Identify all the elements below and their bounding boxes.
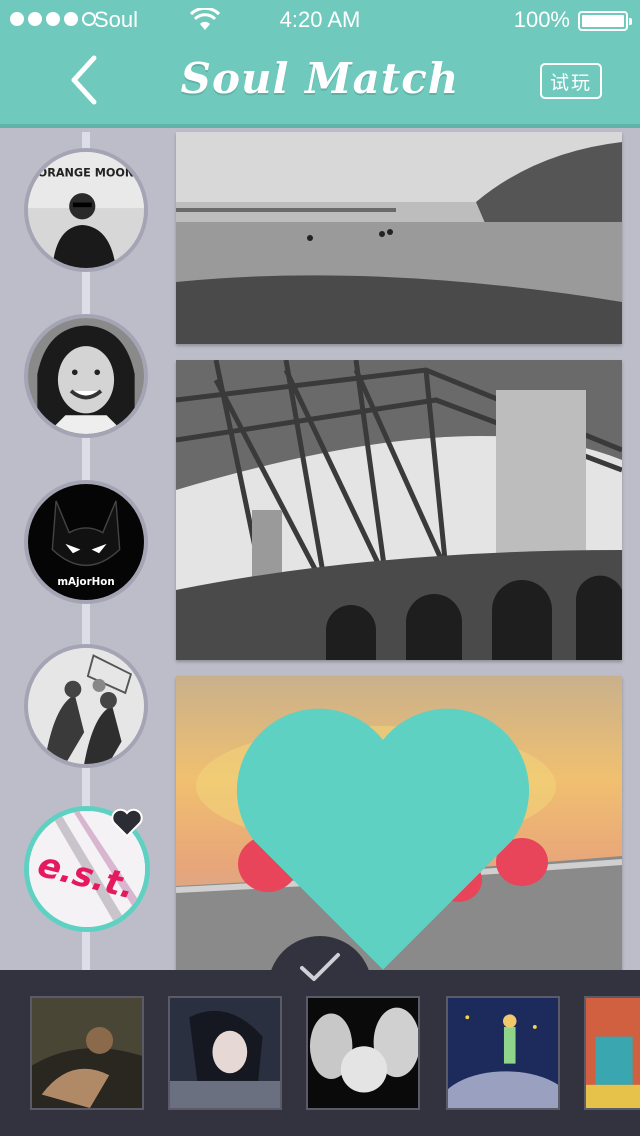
avatar-basketball[interactable]	[24, 644, 148, 768]
avatar-caption: ORANGE MOON	[38, 166, 135, 179]
status-bar: Soul 4:20 AM 100%	[0, 0, 640, 40]
avatar-cat-mask[interactable]: mAjorHon	[24, 480, 148, 604]
photo-bridge-lighthouse[interactable]	[176, 360, 622, 660]
heart-icon[interactable]	[110, 806, 144, 840]
try-button[interactable]: 试玩	[540, 63, 602, 99]
thumb-little-prince[interactable]	[446, 996, 560, 1110]
thumb-anime-couple[interactable]	[30, 996, 144, 1110]
battery-percent: 100%	[513, 7, 570, 32]
avatar-caption: mAjorHon	[57, 576, 114, 588]
battery-icon	[578, 11, 632, 31]
avatar-smiling-woman[interactable]	[24, 314, 148, 438]
thumb-colorful-room[interactable]	[584, 996, 640, 1110]
avatar-orange-moon[interactable]: ORANGE MOON	[24, 148, 148, 272]
thumb-family-baby[interactable]	[306, 996, 420, 1110]
nav-header: Soul 4:20 AM 100% Soul Match 试玩	[0, 0, 640, 128]
photo-beach-pier[interactable]	[176, 132, 622, 344]
checkmark-icon[interactable]	[298, 950, 342, 984]
heart-icon[interactable]	[176, 694, 606, 970]
thumb-anime-girl[interactable]	[168, 996, 282, 1110]
photo-raspberries[interactable]	[176, 676, 622, 970]
